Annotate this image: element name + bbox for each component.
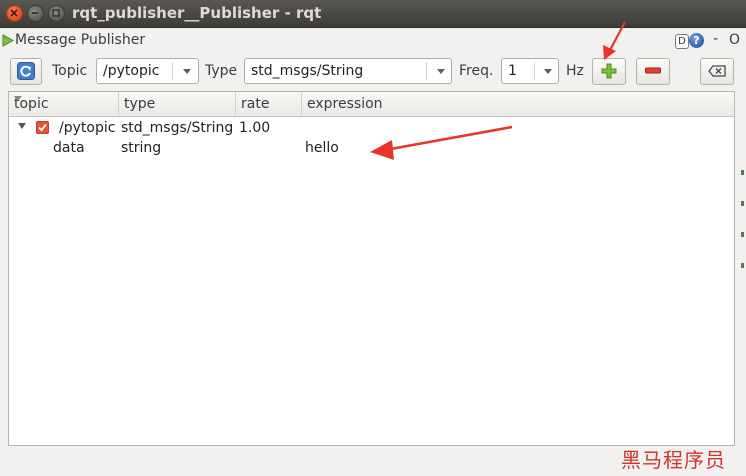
refresh-icon — [17, 62, 35, 80]
field-expression[interactable]: hello — [305, 140, 339, 156]
chevron-down-icon — [437, 69, 445, 74]
type-label: Type — [205, 63, 238, 79]
column-header-type[interactable]: type — [119, 92, 236, 116]
tree-header: topic type rate expression — [9, 92, 734, 117]
column-header-topic[interactable]: topic — [9, 92, 119, 116]
enable-checkbox[interactable] — [36, 121, 49, 134]
add-publisher-button[interactable] — [592, 58, 626, 85]
publisher-tree[interactable]: topic type rate expression /pytopic std_… — [8, 91, 735, 446]
maximize-icon — [52, 9, 60, 17]
minus-icon — [645, 67, 661, 74]
topic-label: Topic — [52, 63, 88, 79]
plugin-title: Message Publisher — [15, 32, 146, 48]
chevron-down-icon — [183, 69, 191, 74]
checkmark-icon — [38, 123, 47, 132]
watermark-logo: 黑马程序员 — [621, 448, 726, 472]
field-name[interactable]: data — [53, 140, 85, 156]
window-maximize-button[interactable] — [48, 5, 65, 22]
freq-combobox[interactable]: 1 — [501, 58, 559, 84]
remove-publisher-button[interactable] — [636, 58, 670, 85]
window-close-button[interactable] — [6, 5, 23, 22]
column-header-expression[interactable]: expression — [302, 92, 734, 116]
column-header-rate[interactable]: rate — [236, 92, 302, 116]
dock-detach-button[interactable]: D — [675, 34, 689, 49]
plus-icon — [601, 63, 617, 79]
topic-value: /pytopic — [103, 63, 160, 79]
minimize-icon — [32, 12, 38, 14]
dock-minimize-button[interactable]: - — [713, 31, 718, 47]
close-icon — [10, 9, 18, 17]
help-button[interactable]: ? — [689, 33, 704, 48]
row-topic[interactable]: /pytopic — [59, 120, 115, 136]
type-combobox[interactable]: std_msgs/String — [244, 58, 452, 84]
chevron-down-icon — [544, 69, 552, 74]
window-minimize-button[interactable] — [27, 5, 44, 22]
row-type[interactable]: std_msgs/String — [121, 120, 233, 136]
freq-label: Freq. — [459, 63, 494, 79]
window-titlebar: rqt_publisher__Publisher - rqt — [0, 0, 746, 28]
hz-label: Hz — [566, 63, 584, 79]
topic-combobox[interactable]: /pytopic — [96, 58, 199, 84]
sort-arrow-icon — [14, 96, 22, 101]
publisher-toolbar: Topic /pytopic Type std_msgs/String Freq… — [0, 56, 746, 88]
clear-button[interactable] — [700, 58, 734, 85]
plugin-dock-titlebar: Message Publisher D ? - O — [0, 28, 746, 53]
type-value: std_msgs/String — [251, 63, 364, 79]
expand-arrow-icon[interactable] — [18, 123, 26, 129]
background-window-edge — [741, 170, 746, 310]
row-rate[interactable]: 1.00 — [239, 120, 270, 136]
field-type[interactable]: string — [121, 140, 161, 156]
refresh-button[interactable] — [10, 58, 42, 85]
freq-value: 1 — [508, 63, 517, 79]
backspace-icon — [708, 65, 726, 77]
window-title: rqt_publisher__Publisher - rqt — [72, 4, 322, 22]
play-icon — [2, 34, 14, 47]
dock-close-button[interactable]: O — [729, 32, 740, 48]
